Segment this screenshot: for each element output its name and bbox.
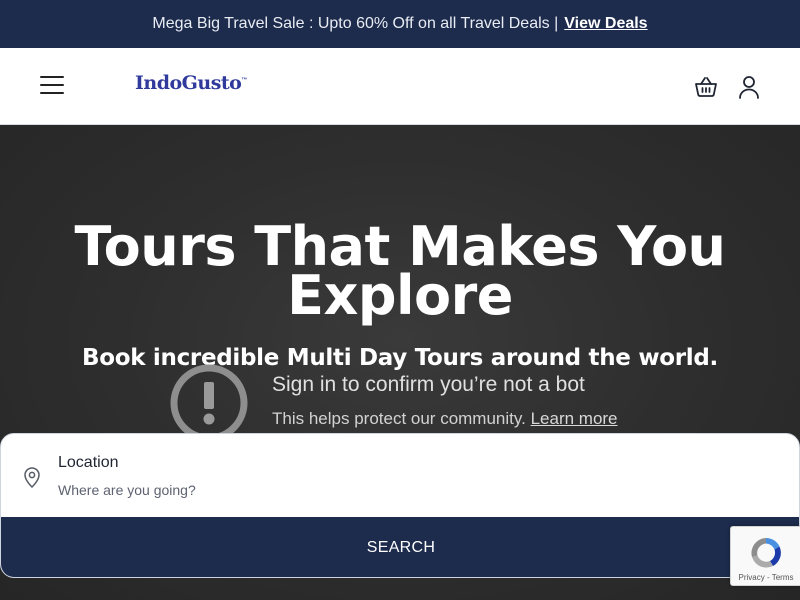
site-header: IndoGusto™ [0,48,800,125]
recaptcha-icon [747,535,785,571]
site-logo[interactable]: IndoGusto™ [135,72,247,94]
user-icon[interactable] [737,74,761,100]
location-label: Location [58,454,119,471]
bot-check-title: Sign in to confirm you’re not a bot [272,373,585,396]
menu-icon[interactable] [40,76,64,96]
promo-text: Mega Big Travel Sale : Upto 60% Off on a… [152,15,559,32]
logo-trademark: ™ [241,77,247,84]
view-deals-link[interactable]: View Deals [564,15,647,33]
learn-more-link[interactable]: Learn more [531,409,618,428]
recaptcha-links[interactable]: Privacy - Terms [731,573,800,582]
location-input[interactable] [58,480,658,500]
basket-icon[interactable] [694,75,718,99]
bot-check-description: This helps protect our community. Learn … [272,409,618,429]
bot-check-notice: Sign in to confirm you’re not a bot This… [168,363,688,443]
hero-title: Tours That Makes You Explore [74,215,727,327]
recaptcha-badge[interactable]: Privacy - Terms [730,526,800,586]
map-pin-icon [23,466,41,489]
search-button[interactable]: SEARCH [1,517,799,577]
logo-text: IndoGusto [135,72,242,94]
search-card: Location SEARCH [0,433,800,578]
bot-check-text: This helps protect our community. [272,409,526,428]
promo-bar: Mega Big Travel Sale : Upto 60% Off on a… [0,0,800,48]
